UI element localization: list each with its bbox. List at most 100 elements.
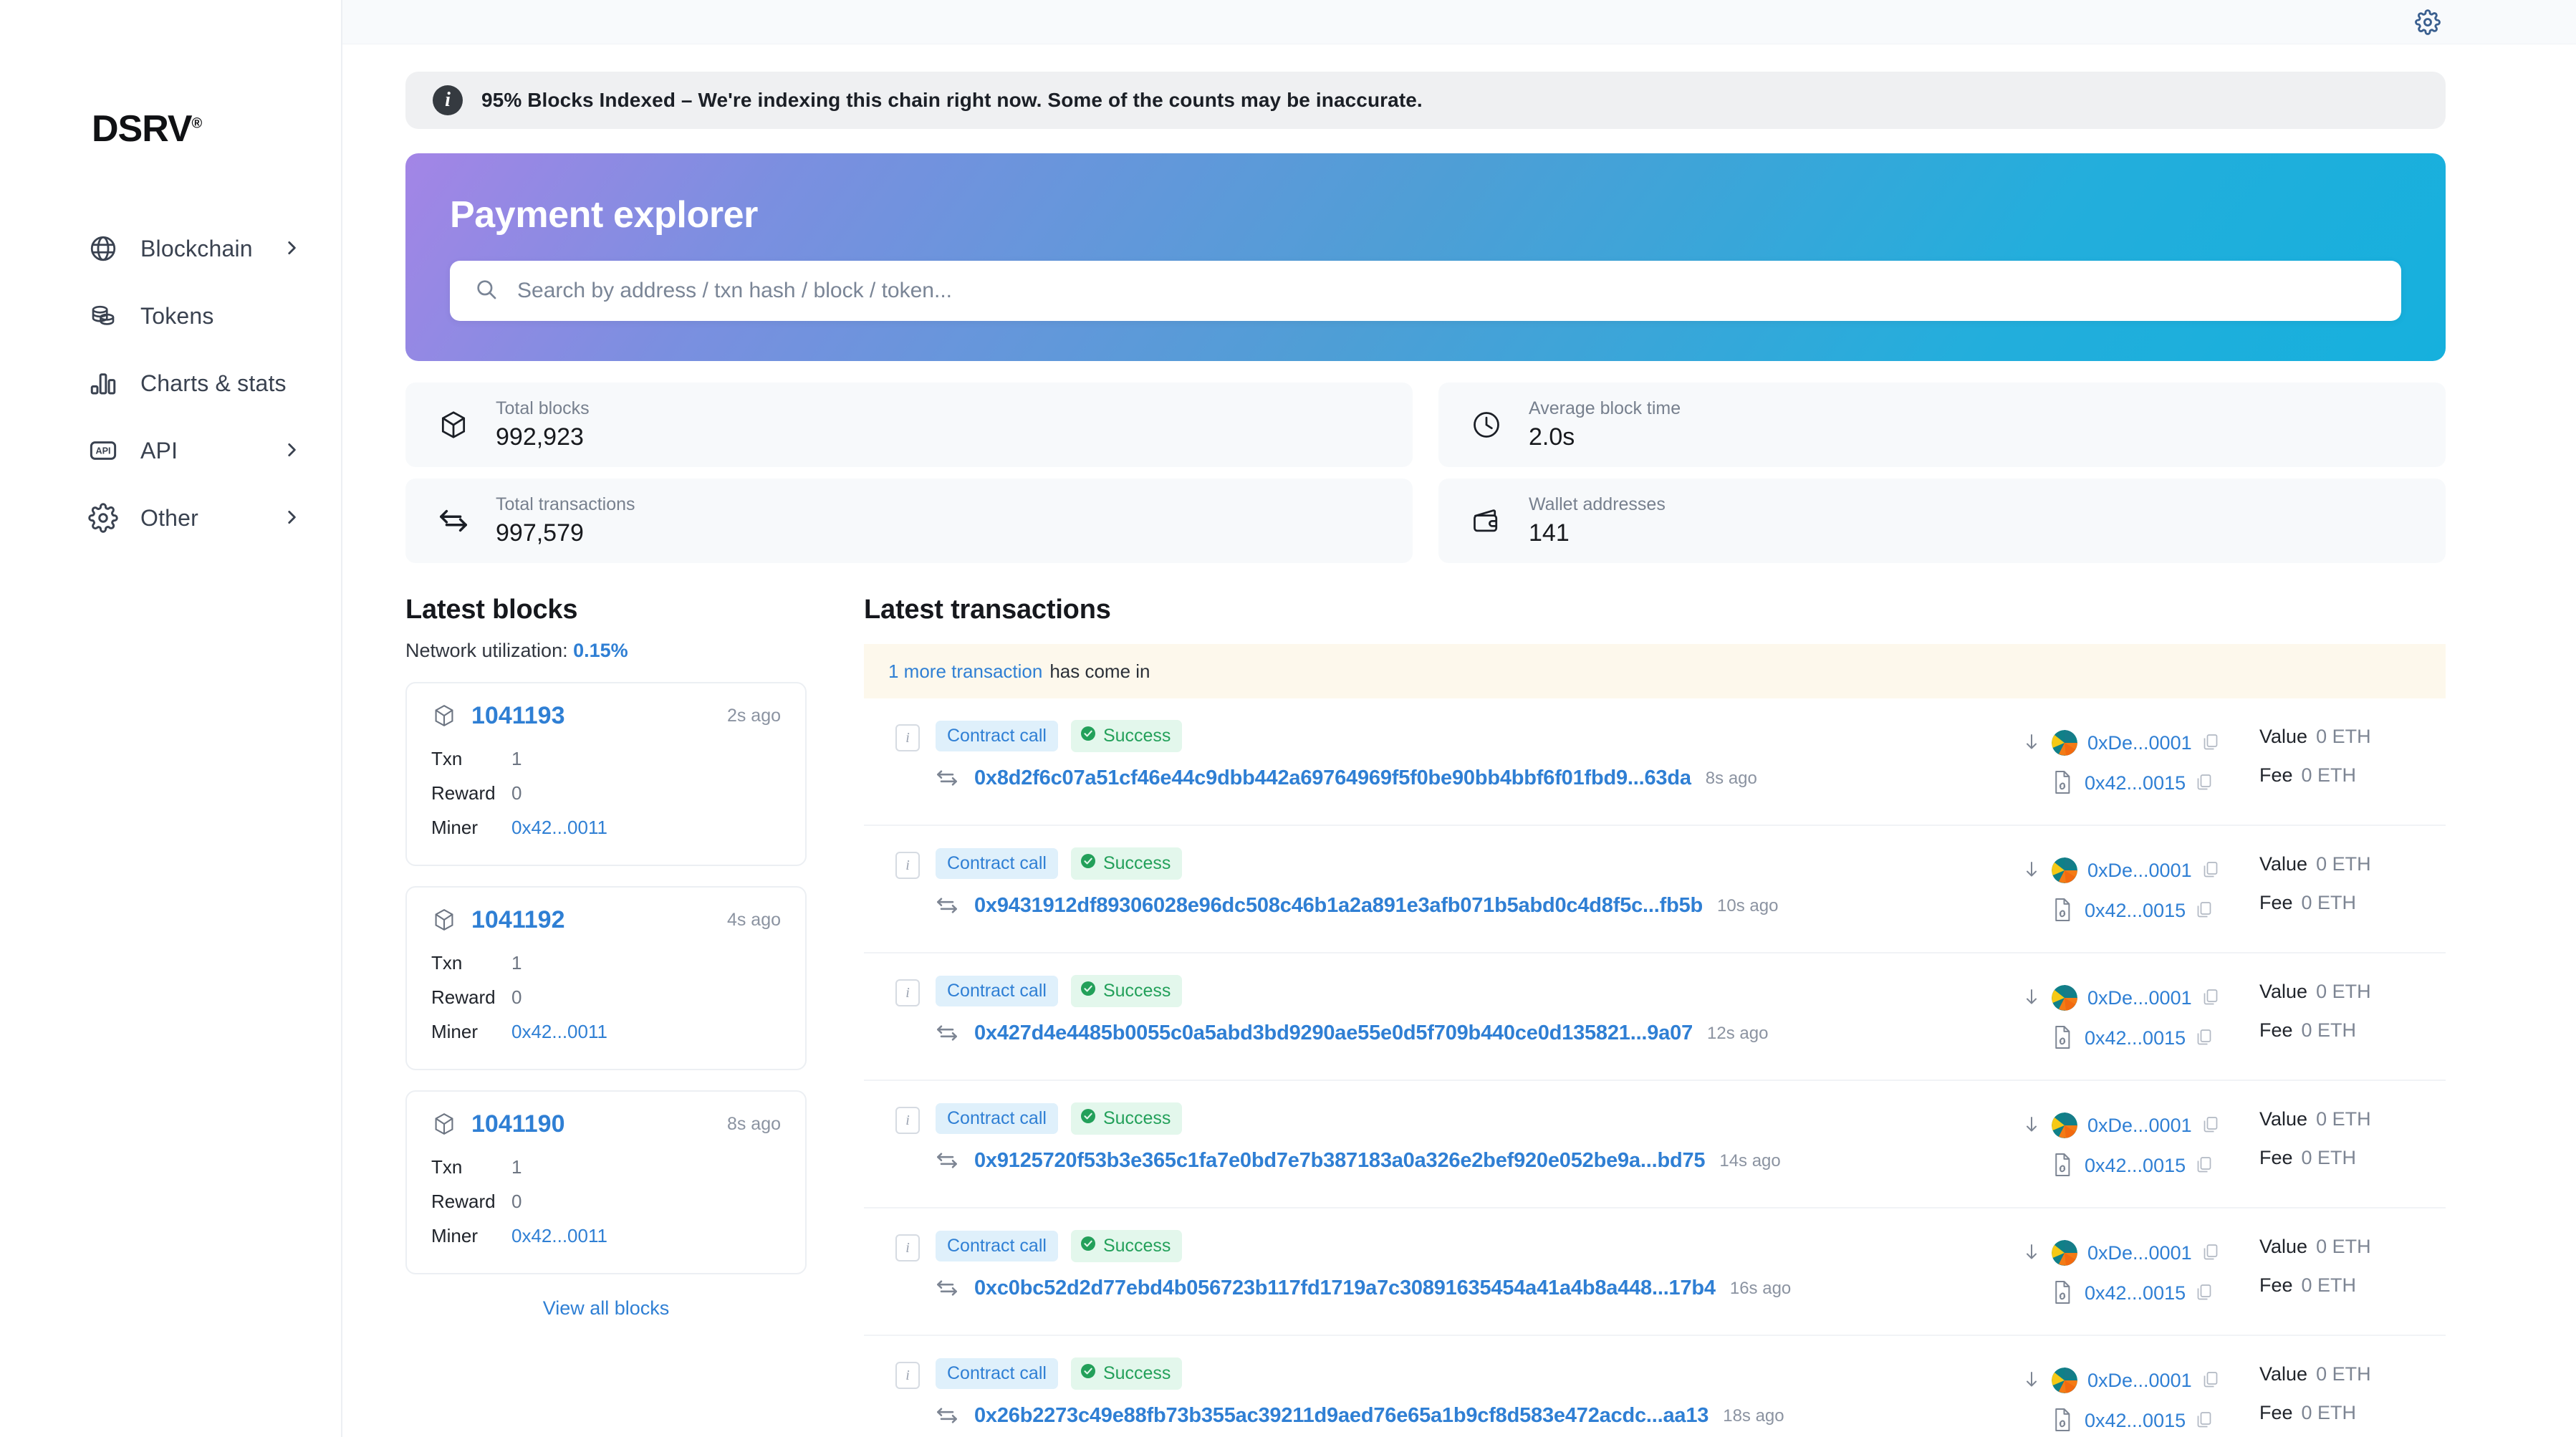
transaction-from-address-link[interactable]: 0xDe...0001 (2087, 1115, 2192, 1137)
copy-icon[interactable] (2202, 1115, 2221, 1135)
transaction-info-icon[interactable]: i (895, 1362, 920, 1389)
transaction-from-address-link[interactable]: 0xDe...0001 (2087, 732, 2192, 754)
transaction-value-label: Value (2259, 853, 2308, 875)
block-age: 4s ago (726, 910, 781, 930)
transaction-from-address-link[interactable]: 0xDe...0001 (2087, 1242, 2192, 1264)
logo-text: DSRV (92, 108, 193, 150)
transaction-type-badge[interactable]: Contract call (936, 848, 1058, 879)
transaction-amounts: Value 0 ETH Fee 0 ETH (2259, 1230, 2446, 1313)
swap-arrows-icon (936, 1405, 960, 1427)
transaction-hash-link[interactable]: 0x8d2f6c07a51cf46e44c9dbb442a69764969f5f… (974, 766, 1691, 790)
contract-document-icon (2052, 1407, 2075, 1434)
search-input[interactable]: Search by address / txn hash / block / t… (517, 279, 952, 303)
new-transactions-link[interactable]: 1 more transaction (888, 660, 1042, 683)
sidebar-item-charts-stats[interactable]: Charts & stats (87, 350, 302, 417)
block-number-link[interactable]: 1041193 (471, 702, 727, 730)
block-txn-value: 1 (511, 1155, 522, 1178)
copy-icon[interactable] (2196, 773, 2214, 793)
copy-icon[interactable] (2196, 1155, 2214, 1176)
contract-document-icon (2052, 1024, 2075, 1052)
transaction-hash-link[interactable]: 0x427d4e4485b0055c0a5abd3bd9290ae55e0d5f… (974, 1022, 1693, 1045)
transaction-fee-line: Fee 0 ETH (2259, 892, 2446, 931)
brand-logo[interactable]: DSRV® (0, 0, 341, 150)
transaction-hash-link[interactable]: 0xc0bc52d2d77ebd4b056723b117fd1719a7c308… (974, 1277, 1716, 1300)
arrow-down-icon (2023, 860, 2042, 881)
transaction-amounts: Value 0 ETH Fee 0 ETH (2259, 847, 2446, 931)
copy-icon[interactable] (2202, 988, 2221, 1008)
transaction-type-badge[interactable]: Contract call (936, 976, 1058, 1006)
block-miner-link[interactable]: 0x42...0011 (511, 1021, 607, 1043)
transaction-value-line: Value 0 ETH (2259, 1108, 2446, 1147)
block-reward-value: 0 (511, 986, 522, 1008)
transaction-to-address-link[interactable]: 0x42...0015 (2085, 1155, 2186, 1177)
transaction-hash-link[interactable]: 0x9431912df89306028e96dc508c46b1a2a891e3… (974, 894, 1703, 918)
settings-gear-icon[interactable] (2410, 4, 2446, 40)
transaction-to-address-link[interactable]: 0x42...0015 (2085, 772, 2186, 794)
transaction-from-address-link[interactable]: 0xDe...0001 (2087, 860, 2192, 882)
transaction-fee-label: Fee (2259, 1147, 2293, 1168)
copy-icon[interactable] (2202, 733, 2221, 753)
copy-icon[interactable] (2196, 1410, 2214, 1431)
sidebar-item-tokens[interactable]: Tokens (87, 282, 302, 350)
transaction-to-address-link[interactable]: 0x42...0015 (2085, 1410, 2186, 1432)
transaction-info-icon[interactable]: i (895, 1234, 920, 1261)
block-number-link[interactable]: 1041190 (471, 1110, 727, 1138)
transaction-addresses: 0xDe...0001 0x42...0015 (2023, 975, 2259, 1058)
latest-transactions-title: Latest transactions (864, 595, 1111, 625)
block-txn-value: 1 (511, 747, 522, 769)
copy-icon[interactable] (2196, 1028, 2214, 1048)
transaction-type-badge[interactable]: Contract call (936, 721, 1058, 751)
arrow-down-icon (2023, 1242, 2042, 1264)
search-box[interactable]: Search by address / txn hash / block / t… (450, 261, 2401, 321)
block-reward-label: Reward (431, 1190, 496, 1212)
transaction-type-badge[interactable]: Contract call (936, 1103, 1058, 1134)
transaction-type-badge[interactable]: Contract call (936, 1231, 1058, 1261)
block-miner-link[interactable]: 0x42...0011 (511, 817, 607, 839)
transaction-type-badge[interactable]: Contract call (936, 1358, 1058, 1389)
copy-icon[interactable] (2196, 1283, 2214, 1303)
block-card[interactable]: 1041190 8s ago Txn 1 Reward 0 Miner 0x42… (405, 1090, 807, 1274)
cube-outline-icon (436, 407, 471, 443)
transaction-from-address-link[interactable]: 0xDe...0001 (2087, 987, 2192, 1009)
cube-icon (431, 907, 458, 934)
transaction-to-line: 0x42...0015 (2023, 1400, 2259, 1437)
transaction-status-label: Success (1102, 726, 1171, 746)
swap-arrows-icon (936, 895, 960, 917)
transaction-to-address-link[interactable]: 0x42...0015 (2085, 1282, 2186, 1304)
copy-icon[interactable] (2202, 860, 2221, 880)
copy-icon[interactable] (2202, 1370, 2221, 1390)
view-all-blocks-link[interactable]: View all blocks (405, 1297, 807, 1320)
stat-column-left: Total blocks 992,923 Total transactions … (405, 383, 1413, 563)
transaction-hash-link[interactable]: 0x9125720f53b3e365c1fa7e0bd7e7b387183a0a… (974, 1149, 1706, 1173)
copy-icon[interactable] (2202, 1243, 2221, 1263)
stat-label: Total blocks (496, 398, 590, 418)
block-card[interactable]: 1041193 2s ago Txn 1 Reward 0 Miner 0x42… (405, 682, 807, 866)
transaction-to-address-link[interactable]: 0x42...0015 (2085, 900, 2186, 922)
block-card[interactable]: 1041192 4s ago Txn 1 Reward 0 Miner 0x42… (405, 886, 807, 1070)
transaction-fee-label: Fee (2259, 1402, 2293, 1423)
transaction-info-icon[interactable]: i (895, 1107, 920, 1134)
transaction-from-line: 0xDe...0001 (2023, 1360, 2259, 1400)
block-miner-row: Miner 0x42...0011 (431, 1014, 781, 1049)
transaction-fee-line: Fee 0 ETH (2259, 1402, 2446, 1437)
transaction-to-address-link[interactable]: 0x42...0015 (2085, 1027, 2186, 1049)
transaction-addresses: 0xDe...0001 0x42...0015 (2023, 1230, 2259, 1313)
sidebar-item-api[interactable]: API API (87, 417, 302, 484)
block-txn-row: Txn 1 (431, 1150, 781, 1184)
block-reward-row: Reward 0 (431, 776, 781, 810)
sidebar-item-label: Tokens (140, 302, 214, 329)
transaction-info-icon[interactable]: i (895, 852, 920, 879)
block-number-link[interactable]: 1041192 (471, 906, 727, 934)
transaction-from-address-link[interactable]: 0xDe...0001 (2087, 1370, 2192, 1392)
sidebar-item-blockchain[interactable]: Blockchain (87, 215, 302, 282)
transaction-info-icon[interactable]: i (895, 724, 920, 751)
block-miner-link[interactable]: 0x42...0011 (511, 1225, 607, 1247)
transaction-to-line: 0x42...0015 (2023, 1145, 2259, 1186)
transaction-fee-amount: 0 ETH (2301, 1147, 2357, 1168)
transaction-hash-link[interactable]: 0x26b2273c49e88fb73b355ac39211d9aed76e65… (974, 1404, 1708, 1428)
sidebar-item-other[interactable]: Other (87, 484, 302, 552)
copy-icon[interactable] (2196, 900, 2214, 921)
transaction-from-line: 0xDe...0001 (2023, 1105, 2259, 1145)
transaction-info-icon[interactable]: i (895, 979, 920, 1006)
transaction-value-label: Value (2259, 726, 2308, 747)
